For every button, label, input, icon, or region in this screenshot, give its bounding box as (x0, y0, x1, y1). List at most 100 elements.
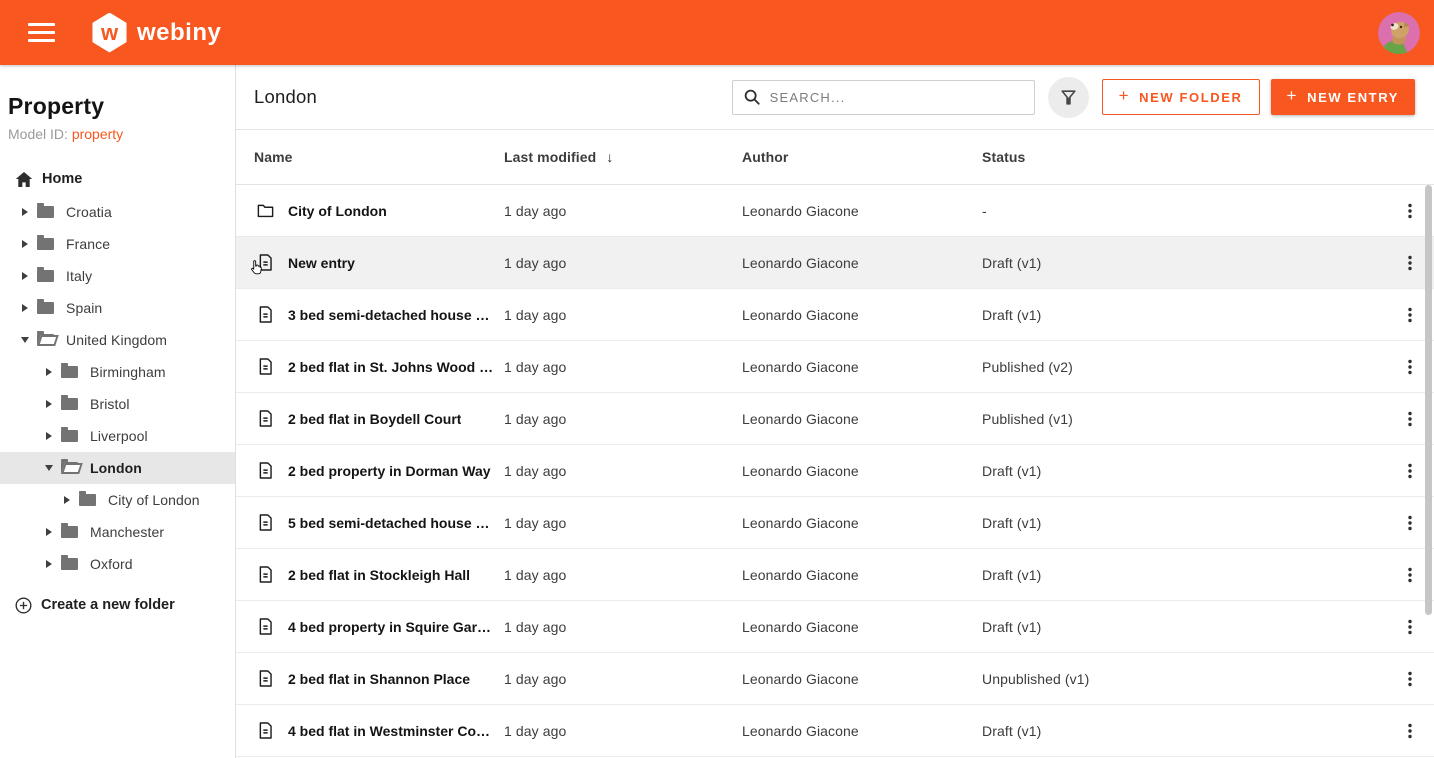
table-row[interactable]: 2 bed property in Dorman Way 1 day ago L… (236, 445, 1434, 497)
row-modified: 1 day ago (504, 358, 567, 375)
chevron-right-icon[interactable] (20, 272, 30, 280)
folder-icon (37, 299, 54, 314)
row-status: Draft (v1) (982, 514, 1042, 531)
row-modified: 1 day ago (504, 514, 567, 531)
file-icon (251, 253, 275, 275)
table-row[interactable]: City of London 1 day ago Leonardo Giacon… (236, 185, 1434, 237)
column-header-name[interactable]: Name (254, 149, 504, 165)
row-name: 5 bed semi-detached house … (288, 514, 490, 531)
content-toolbar: London + NEW FOLDER (236, 65, 1434, 130)
row-modified: 1 day ago (504, 410, 567, 427)
sidebar-item-spain[interactable]: Spain (0, 292, 235, 324)
sidebar-item-birmingham[interactable]: Birmingham (0, 356, 235, 388)
search-box (731, 79, 1035, 115)
row-status: Published (v1) (982, 410, 1073, 427)
sidebar: Property Model ID: property Home Croatia (0, 65, 236, 758)
sidebar-item-united-kingdom[interactable]: United Kingdom (0, 324, 235, 356)
table-row[interactable]: 2 bed flat in Stockleigh Hall 1 day ago … (236, 549, 1434, 601)
chevron-right-icon[interactable] (44, 400, 54, 408)
row-actions-menu[interactable] (1390, 295, 1430, 335)
sidebar-item-manchester[interactable]: Manchester (0, 516, 235, 548)
row-actions-menu[interactable] (1390, 243, 1430, 283)
chevron-down-icon[interactable] (44, 465, 54, 471)
user-avatar[interactable] (1378, 11, 1420, 54)
row-modified: 1 day ago (504, 722, 567, 739)
webiny-logo-hexagon-icon: w (92, 12, 127, 53)
model-title: Property (8, 93, 105, 119)
hamburger-menu-icon[interactable] (28, 23, 55, 42)
chevron-right-icon[interactable] (44, 560, 54, 568)
row-actions-menu[interactable] (1390, 607, 1430, 647)
file-icon (256, 409, 275, 428)
row-actions-menu[interactable] (1390, 399, 1430, 439)
row-modified: 1 day ago (504, 618, 567, 635)
hand-pointer-cursor (249, 259, 264, 281)
folder-icon (37, 267, 54, 282)
create-folder-button[interactable]: Create a new folder (0, 588, 235, 622)
table-row[interactable]: 4 bed flat in Westminster Co… 1 day ago … (236, 705, 1434, 757)
table-row[interactable]: 2 bed flat in Boydell Court 1 day ago Le… (236, 393, 1434, 445)
row-modified: 1 day ago (504, 254, 567, 271)
folder-icon (79, 491, 96, 506)
row-actions-menu[interactable] (1390, 659, 1430, 699)
column-header-last-modified[interactable]: Last modified ↓ (504, 149, 742, 165)
search-input[interactable] (769, 89, 1024, 105)
table-row[interactable]: 3 bed semi-detached house … 1 day ago Le… (236, 289, 1434, 341)
row-author: Leonardo Giacone (742, 462, 859, 479)
sidebar-item-croatia[interactable]: Croatia (0, 196, 235, 228)
row-status: Unpublished (v1) (982, 670, 1090, 687)
chevron-right-icon[interactable] (44, 432, 54, 440)
sidebar-item-italy[interactable]: Italy (0, 260, 235, 292)
sidebar-item-city-of-london[interactable]: City of London (0, 484, 235, 516)
search-icon (744, 89, 760, 105)
sidebar-item-home[interactable]: Home (0, 162, 235, 196)
folder-open-icon (61, 459, 78, 474)
chevron-right-icon[interactable] (44, 528, 54, 536)
chevron-right-icon[interactable] (20, 208, 30, 216)
sidebar-item-liverpool[interactable]: Liverpool (0, 420, 235, 452)
table-row[interactable]: 2 bed flat in St. Johns Wood … 1 day ago… (236, 341, 1434, 393)
row-modified: 1 day ago (504, 202, 567, 219)
table-row[interactable]: 4 bed property in Squire Gar… 1 day ago … (236, 601, 1434, 653)
model-id-value: property (71, 126, 124, 142)
folder-icon (61, 427, 78, 442)
table-scrollbar[interactable] (1425, 185, 1432, 615)
row-actions-menu[interactable] (1390, 503, 1430, 543)
row-actions-menu[interactable] (1390, 711, 1430, 751)
file-icon (256, 721, 275, 740)
row-actions-menu[interactable] (1390, 191, 1430, 231)
table-header: Name Last modified ↓ Author Status (236, 130, 1434, 185)
new-folder-button[interactable]: + NEW FOLDER (1101, 79, 1260, 115)
table-row[interactable]: New entry 1 day ago Leonardo Giacone Dra… (236, 237, 1434, 289)
chevron-right-icon[interactable] (20, 304, 30, 312)
row-author: Leonardo Giacone (742, 306, 859, 323)
file-icon (256, 617, 275, 636)
file-icon (256, 461, 275, 480)
file-icon (256, 565, 275, 584)
row-actions-menu[interactable] (1390, 451, 1430, 491)
filter-button[interactable] (1047, 76, 1089, 118)
chevron-down-icon[interactable] (20, 337, 30, 343)
row-actions-menu[interactable] (1390, 555, 1430, 595)
row-name: New entry (288, 254, 355, 271)
chevron-right-icon[interactable] (20, 240, 30, 248)
sidebar-item-london[interactable]: London (0, 452, 235, 484)
row-author: Leonardo Giacone (742, 254, 859, 271)
row-author: Leonardo Giacone (742, 358, 859, 375)
model-id: Model ID: property (8, 126, 124, 142)
column-header-author[interactable]: Author (742, 149, 982, 165)
sidebar-item-oxford[interactable]: Oxford (0, 548, 235, 580)
row-name: 4 bed property in Squire Gar… (288, 618, 492, 635)
chevron-right-icon[interactable] (62, 496, 72, 504)
row-name: 2 bed flat in St. Johns Wood … (288, 358, 494, 375)
row-status: Draft (v1) (982, 722, 1042, 739)
row-actions-menu[interactable] (1390, 347, 1430, 387)
sidebar-item-france[interactable]: France (0, 228, 235, 260)
row-status: Draft (v1) (982, 306, 1042, 323)
table-row[interactable]: 5 bed semi-detached house … 1 day ago Le… (236, 497, 1434, 549)
chevron-right-icon[interactable] (44, 368, 54, 376)
new-entry-button[interactable]: + NEW ENTRY (1270, 79, 1415, 115)
sidebar-item-bristol[interactable]: Bristol (0, 388, 235, 420)
table-row[interactable]: 2 bed flat in Shannon Place 1 day ago Le… (236, 653, 1434, 705)
column-header-status[interactable]: Status (982, 149, 1386, 165)
